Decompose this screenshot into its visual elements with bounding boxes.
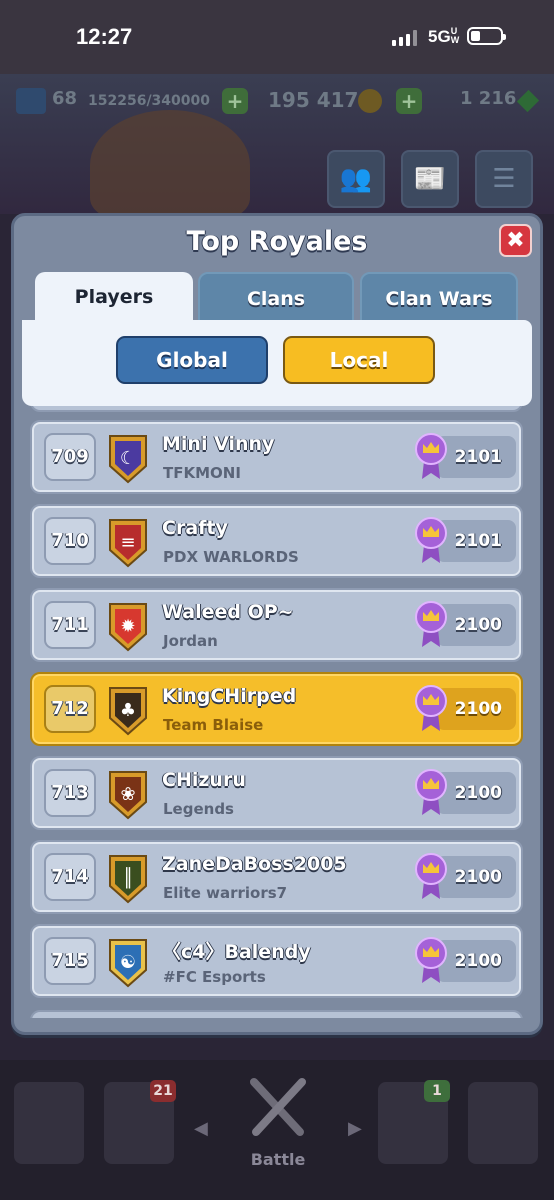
- player-name: CHizuru: [162, 769, 246, 791]
- nav-left-arrow-icon[interactable]: ◀: [194, 1118, 208, 1139]
- player-name: Waleed OP~: [162, 601, 294, 623]
- crown-medal-icon: [415, 685, 447, 731]
- rank-number: 709: [44, 433, 96, 481]
- svg-text:☾: ☾: [120, 448, 136, 469]
- status-bar: 12:27 5GUW: [0, 0, 554, 74]
- trophy-count: 2100: [436, 688, 516, 730]
- trophy-count: 2100: [436, 772, 516, 814]
- trophy-count: 2100: [436, 940, 516, 982]
- trophy-count: 2101: [436, 436, 516, 478]
- clan-name: Team Blaise: [163, 716, 264, 734]
- player-name: ZaneDaBoss2005: [162, 853, 347, 875]
- tab-clans[interactable]: Clans: [198, 272, 354, 322]
- nav-right-arrow-icon[interactable]: ▶: [348, 1118, 362, 1139]
- rank-number: 715: [44, 937, 96, 985]
- crossed-swords-icon[interactable]: [244, 1074, 312, 1146]
- player-name: Mini Vinny: [162, 433, 275, 455]
- close-button[interactable]: ✖: [499, 224, 532, 257]
- news-icon: 📰: [413, 164, 447, 194]
- crown-medal-icon: [415, 601, 447, 647]
- rank-number: 712: [44, 685, 96, 733]
- tab-clan-wars[interactable]: Clan Wars: [360, 272, 518, 322]
- level-icon: [16, 88, 46, 114]
- leaderboard-list[interactable]: 709 ☾ Mini Vinny TFKMONI 2101 710 ≡ Crafty PDX W…: [22, 406, 532, 1018]
- clan-badge-yinyang-icon: ☯: [109, 939, 147, 988]
- gold-value: 195 417: [268, 88, 359, 112]
- crown-medal-icon: [415, 433, 447, 479]
- gold-coin-icon: [358, 89, 382, 113]
- clan-badge-chevron-icon: ≡: [109, 519, 147, 568]
- clan-name: TFKMONI: [163, 464, 241, 482]
- trophy-count: 2101: [436, 520, 516, 562]
- nav-events[interactable]: [468, 1082, 538, 1164]
- player-name: 〈c4〉Balendy: [162, 941, 311, 963]
- player-name: KingCHirped: [162, 685, 297, 707]
- crown-medal-icon: [415, 517, 447, 563]
- friends-button[interactable]: 👥: [327, 150, 385, 208]
- clan-badge-clover-icon: ♣: [109, 687, 147, 736]
- panel-title: Top Royales: [186, 226, 368, 257]
- clan-badge-lotus-icon: ❀: [109, 771, 147, 820]
- clock: 12:27: [76, 24, 133, 49]
- clan-badge-star-icon: ✹: [109, 603, 147, 652]
- add-xp-button[interactable]: +: [222, 88, 248, 114]
- add-gold-button[interactable]: +: [396, 88, 422, 114]
- news-button[interactable]: 📰: [401, 150, 459, 208]
- cards-badge: 21: [150, 1080, 176, 1102]
- rank-number: 711: [44, 601, 96, 649]
- clan-name: #FC Esports: [163, 968, 266, 986]
- clan-badge: 1: [424, 1080, 450, 1102]
- crown-medal-icon: [415, 769, 447, 815]
- level-value: 68: [52, 88, 78, 109]
- leaderboard-row[interactable]: 713 ❀ CHizuru Legends 2100: [30, 756, 523, 830]
- clan-name: Legends: [163, 800, 234, 818]
- leaderboard-row[interactable]: 710 ≡ Crafty PDX WARLORDS 2101: [30, 504, 523, 578]
- global-button[interactable]: Global: [116, 336, 268, 384]
- svg-text:♣: ♣: [120, 700, 136, 721]
- battle-label[interactable]: Battle: [246, 1150, 310, 1169]
- trophy-count: 2100: [436, 604, 516, 646]
- svg-text:≡: ≡: [120, 532, 135, 553]
- leaderboard-row[interactable]: 712 ♣ KingCHirped Team Blaise 2100: [30, 672, 523, 746]
- svg-text:║: ║: [123, 867, 134, 889]
- battery-icon: [467, 27, 506, 45]
- gems-value: 1 216: [460, 88, 517, 109]
- leaderboard-row[interactable]: 715 ☯ 〈c4〉Balendy #FC Esports 2100: [30, 924, 523, 998]
- leaderboard-row[interactable]: 711 ✹ Waleed OP~ Jordan 2100: [30, 588, 523, 662]
- rank-number: 714: [44, 853, 96, 901]
- leaderboard-row[interactable]: 714 ║ ZaneDaBoss2005 Elite warriors7 2100: [30, 840, 523, 914]
- clan-badge-bamboo-icon: ║: [109, 855, 147, 904]
- clan-name: Jordan: [163, 632, 218, 650]
- rank-number: 710: [44, 517, 96, 565]
- svg-text:✹: ✹: [120, 616, 135, 637]
- next-row-edge: [30, 1010, 523, 1018]
- trophy-count: 2100: [436, 856, 516, 898]
- signal-icon: [392, 30, 418, 46]
- player-name: Crafty: [162, 517, 228, 539]
- menu-button[interactable]: ☰: [475, 150, 533, 208]
- tab-players[interactable]: Players: [35, 272, 193, 322]
- rank-number: 713: [44, 769, 96, 817]
- crown-medal-icon: [415, 937, 447, 983]
- hamburger-icon: ☰: [492, 164, 516, 194]
- clan-name: Elite warriors7: [163, 884, 288, 902]
- svg-text:❀: ❀: [120, 784, 135, 805]
- clan-badge-moon-icon: ☾: [109, 435, 147, 484]
- leaderboard-row[interactable]: 709 ☾ Mini Vinny TFKMONI 2101: [30, 420, 523, 494]
- network-indicator: 5GUW: [428, 26, 460, 47]
- previous-row-edge: [30, 406, 523, 412]
- close-icon: ✖: [506, 228, 525, 253]
- friends-icon: 👥: [339, 164, 373, 194]
- nav-shop[interactable]: [14, 1082, 84, 1164]
- clan-name: PDX WARLORDS: [163, 548, 299, 566]
- crown-medal-icon: [415, 853, 447, 899]
- character-portrait: [90, 110, 250, 220]
- filter-bar: [22, 320, 532, 406]
- local-button[interactable]: Local: [283, 336, 435, 384]
- svg-text:☯: ☯: [120, 952, 136, 973]
